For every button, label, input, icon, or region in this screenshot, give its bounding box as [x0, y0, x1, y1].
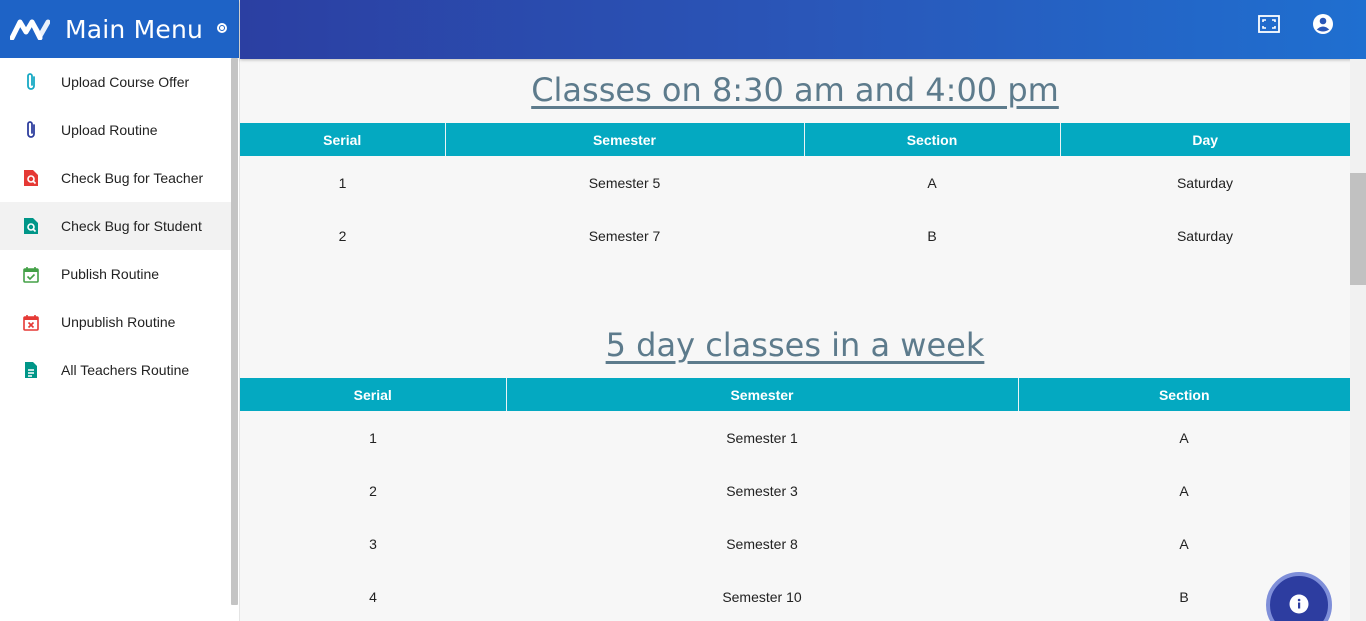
table-cell: Semester 8 [726, 535, 798, 552]
account-circle-icon[interactable] [1311, 12, 1335, 36]
file-search-icon [22, 169, 40, 187]
sidebar-item-label: All Teachers Routine [61, 362, 190, 378]
top-header [240, 0, 1366, 59]
sidebar-item-publish-routine[interactable]: Publish Routine [0, 250, 234, 298]
sidebar: Main Menu Upload Course Offer Upload Rou… [0, 0, 240, 621]
table-row: 3 Semester 8 A [240, 517, 1350, 570]
sidebar-item-label: Publish Routine [61, 266, 160, 282]
table-cell: Semester 10 [722, 588, 802, 605]
file-search-icon [22, 217, 40, 235]
info-icon [1289, 594, 1309, 619]
table-cell: 2 [338, 227, 347, 244]
table-cell: Semester 5 [588, 174, 661, 191]
table-cell: Saturday [1176, 227, 1234, 244]
table-cell: A [1179, 429, 1189, 446]
table-row: 1 Semester 1 A [240, 411, 1350, 464]
table-cell: B [927, 227, 937, 244]
column-header[interactable]: Serial [240, 123, 445, 156]
table-cell: A [1179, 482, 1189, 499]
main-content: Classes on 8:30 am and 4:00 pm Serial Se… [240, 59, 1350, 621]
table-cell: Semester 1 [726, 429, 798, 446]
column-header[interactable]: Semester [444, 123, 804, 156]
table-header-row: Serial Semester Section [240, 378, 1350, 411]
sidebar-item-check-bug-teacher[interactable]: Check Bug for Teacher [0, 154, 234, 202]
table-row: 1 Semester 5 A Saturday [240, 156, 1350, 209]
column-header[interactable]: Semester [505, 378, 1018, 411]
calendar-check-icon [22, 265, 40, 283]
calendar-remove-icon [22, 313, 40, 331]
table-cell: 2 [369, 482, 377, 499]
table-row: 4 Semester 10 B [240, 570, 1350, 621]
sidebar-toggle-icon[interactable] [217, 23, 228, 33]
table-cell: 3 [369, 535, 377, 552]
page-scrollbar-track[interactable] [1350, 59, 1366, 621]
page-scrollbar-thumb[interactable] [1350, 173, 1366, 285]
document-icon [22, 361, 40, 379]
table-cell: A [927, 174, 937, 191]
table-header-row: Serial Semester Section Day [240, 123, 1350, 156]
class-times-table: Serial Semester Section Day 1 Semester 5… [240, 123, 1350, 262]
section-title-class-times: Classes on 8:30 am and 4:00 pm [531, 71, 1059, 109]
sidebar-menu: Upload Course Offer Upload Routine Check… [0, 58, 239, 394]
table-cell: Semester 7 [588, 227, 661, 244]
sidebar-item-all-teachers-routine[interactable]: All Teachers Routine [0, 346, 234, 394]
sidebar-item-label: Check Bug for Student [61, 218, 202, 234]
table-cell: Saturday [1176, 174, 1234, 191]
fullscreen-icon[interactable] [1257, 12, 1281, 36]
logo-icon [10, 19, 50, 40]
sidebar-item-label: Check Bug for Teacher [61, 170, 204, 186]
sidebar-item-label: Unpublish Routine [61, 314, 176, 330]
column-header[interactable]: Section [1017, 378, 1350, 411]
paperclip-icon [22, 121, 40, 139]
sidebar-item-unpublish-routine[interactable]: Unpublish Routine [0, 298, 234, 346]
table-cell: 1 [338, 174, 347, 191]
paperclip-icon [22, 73, 40, 91]
sidebar-item-label: Upload Course Offer [61, 74, 190, 90]
table-row: 2 Semester 7 B Saturday [240, 209, 1350, 262]
weekly-classes-table: Serial Semester Section 1 Semester 1 A 2… [240, 378, 1350, 621]
column-header[interactable]: Serial [240, 378, 506, 411]
table-cell: Semester 3 [726, 482, 798, 499]
brand-title: Main Menu [65, 14, 204, 44]
sidebar-item-check-bug-student[interactable]: Check Bug for Student [0, 202, 234, 250]
column-header[interactable]: Section [803, 123, 1060, 156]
sidebar-scrollbar[interactable] [231, 58, 238, 605]
column-header[interactable]: Day [1059, 123, 1350, 156]
sidebar-item-label: Upload Routine [61, 122, 158, 138]
brand-bar: Main Menu [0, 0, 239, 58]
sidebar-item-upload-course-offer[interactable]: Upload Course Offer [0, 58, 234, 106]
table-cell: 4 [369, 588, 377, 605]
sidebar-item-upload-routine[interactable]: Upload Routine [0, 106, 234, 154]
table-cell: A [1179, 535, 1189, 552]
section-title-weekly-classes: 5 day classes in a week [605, 326, 985, 364]
table-cell: 1 [369, 429, 377, 446]
table-row: 2 Semester 3 A [240, 464, 1350, 517]
